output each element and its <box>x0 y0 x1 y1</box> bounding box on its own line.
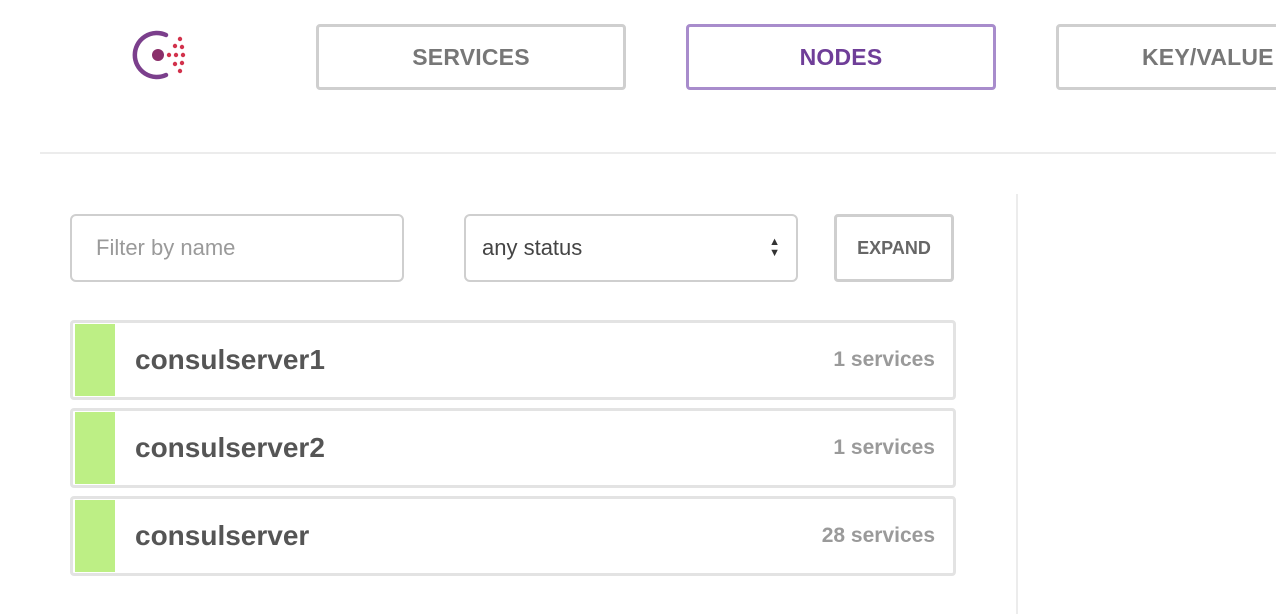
node-list: consulserver1 1 services consulserver2 1… <box>70 320 956 584</box>
filter-by-name-input[interactable] <box>70 214 404 282</box>
node-status-indicator <box>75 500 115 572</box>
status-filter-select[interactable]: any status ▲ ▼ <box>464 214 798 282</box>
node-row-consulserver1[interactable]: consulserver1 1 services <box>70 320 956 400</box>
node-service-count: 28 services <box>821 524 935 547</box>
expand-button[interactable]: EXPAND <box>834 214 954 282</box>
consul-logo-icon[interactable] <box>129 25 191 85</box>
node-row-consulserver2[interactable]: consulserver2 1 services <box>70 408 956 488</box>
node-name: consulserver1 <box>135 344 325 375</box>
nav-key-value-button[interactable]: KEY/VALUE <box>1056 24 1276 90</box>
node-status-indicator <box>75 324 115 396</box>
header-divider <box>40 152 1276 154</box>
node-row-consulserver[interactable]: consulserver 28 services <box>70 496 956 576</box>
nav-nodes-button[interactable]: NODES <box>686 24 996 90</box>
status-filter-value: any status <box>482 235 583 260</box>
node-service-count: 1 services <box>833 348 935 371</box>
node-name: consulserver <box>135 520 310 551</box>
column-divider <box>1016 194 1018 614</box>
node-service-count: 1 services <box>833 436 935 459</box>
nav-services-button[interactable]: SERVICES <box>316 24 626 90</box>
node-name: consulserver2 <box>135 432 325 463</box>
page: SERVICES NODES KEY/VALUE any status ▲▼ E… <box>0 0 1276 614</box>
node-status-indicator <box>75 412 115 484</box>
select-arrows-icon: ▲ ▼ <box>769 236 780 259</box>
